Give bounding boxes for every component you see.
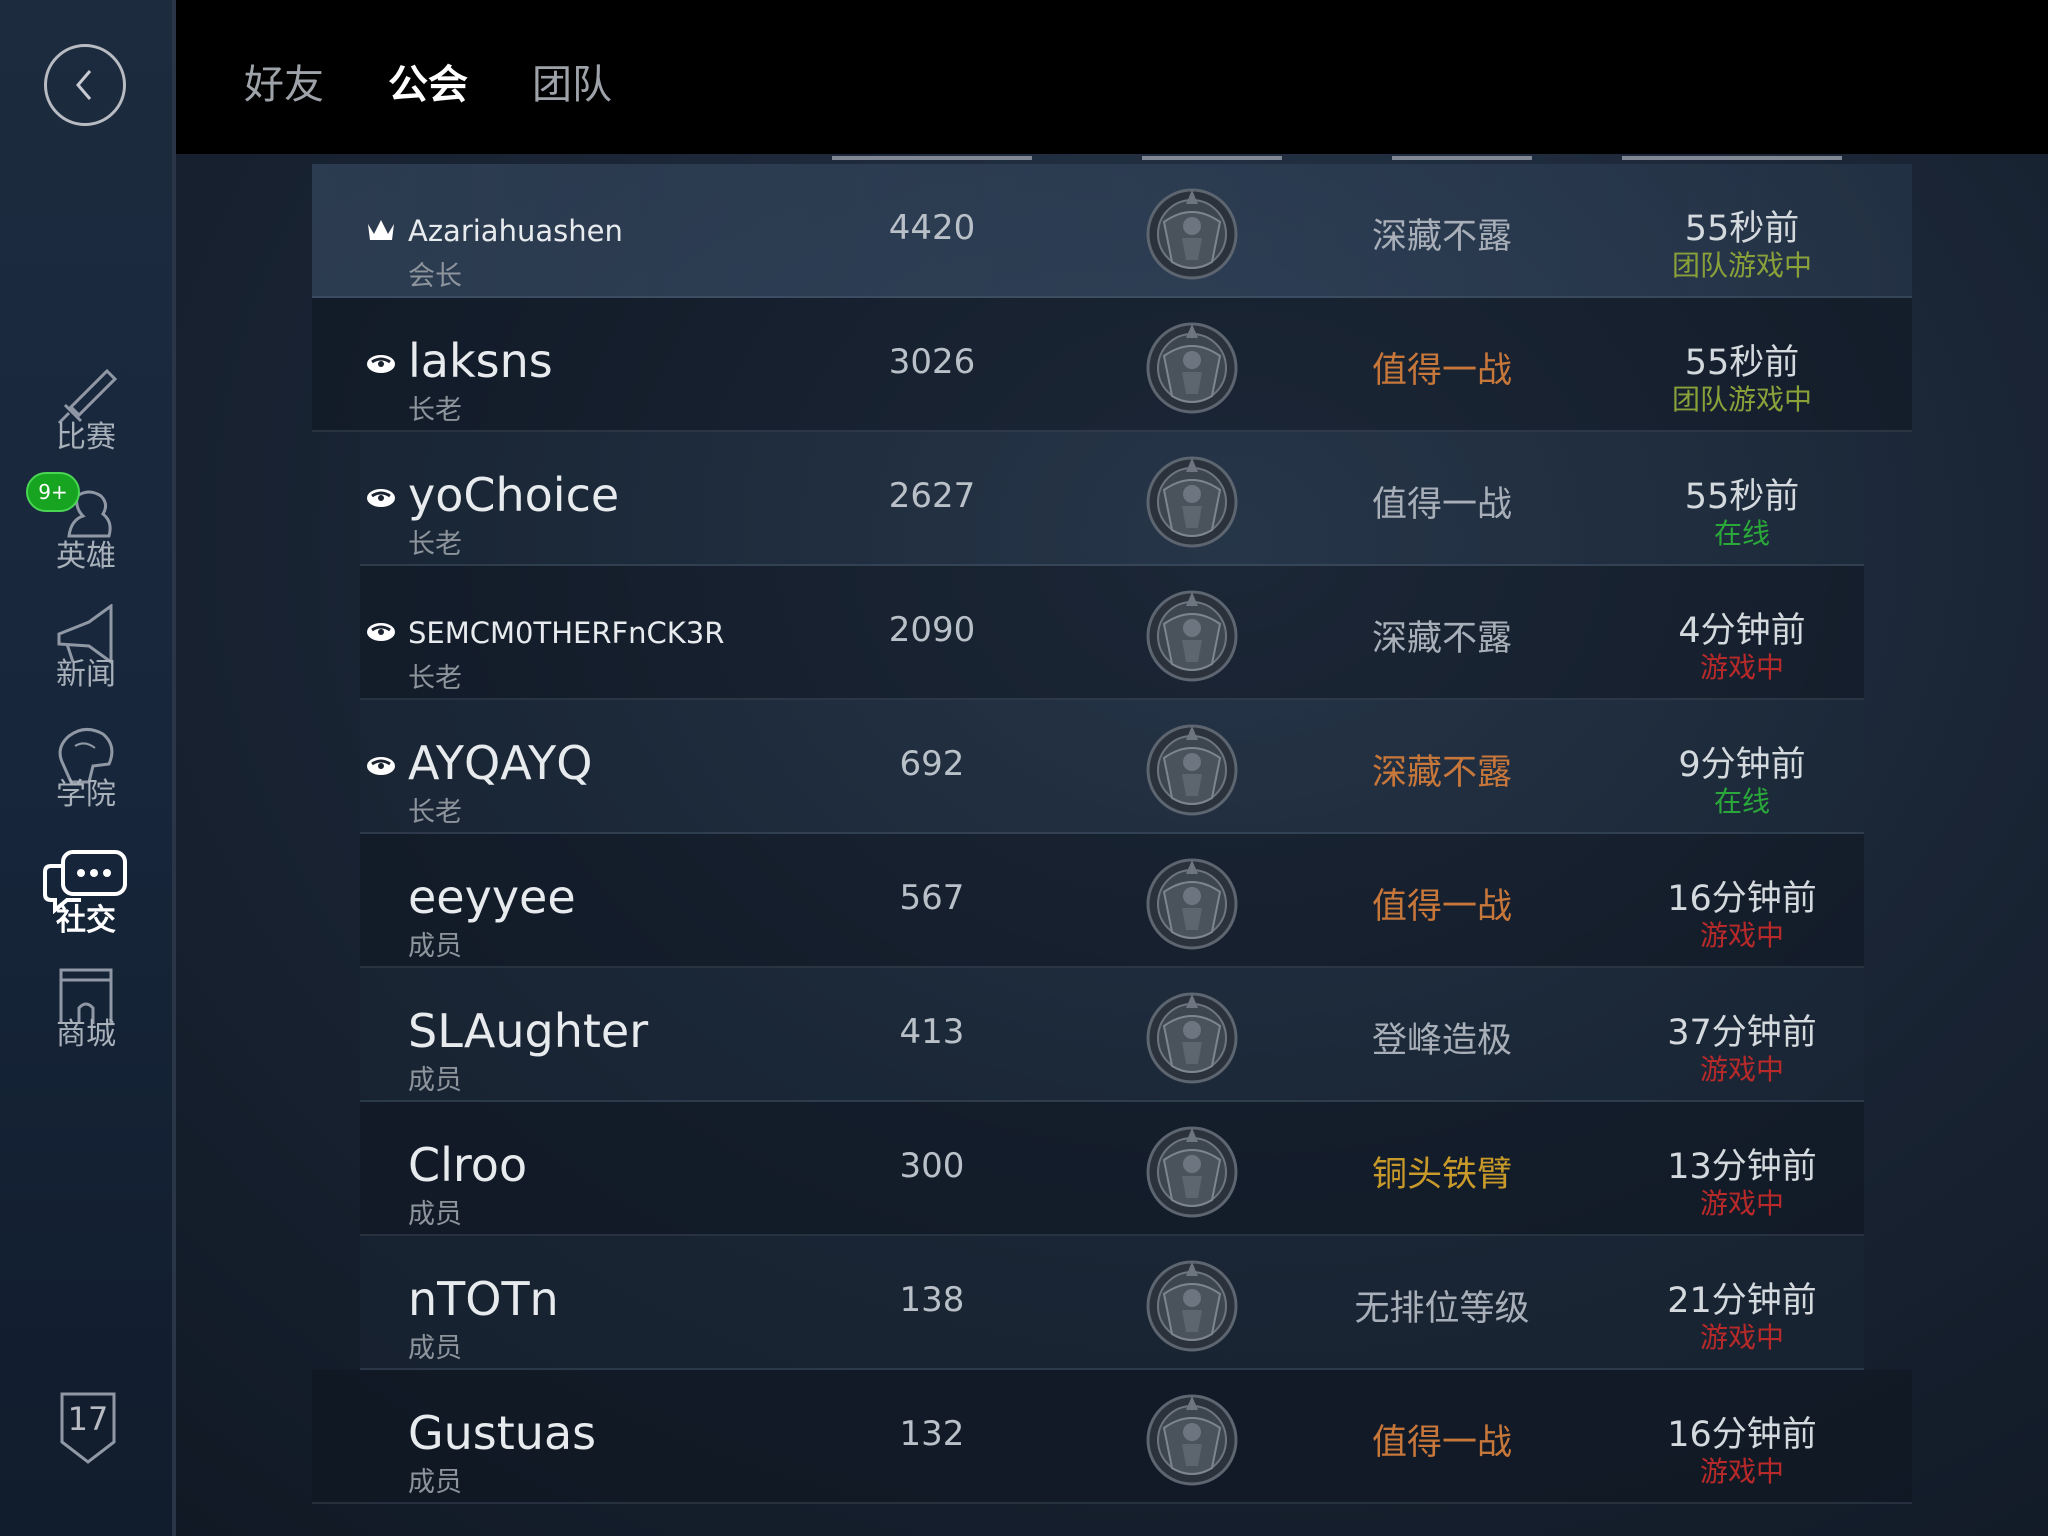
member-tier: 值得一战 xyxy=(1371,887,1512,927)
member-name[interactable]: nTOTn xyxy=(408,1272,559,1326)
nav-item-heroes[interactable]: 英雄 9+ xyxy=(0,464,172,574)
member-status: 游戏中 xyxy=(1699,1053,1784,1086)
rank-emblem-icon xyxy=(1142,986,1242,1086)
tab-friends[interactable]: 好友 xyxy=(244,52,324,110)
member-name[interactable]: eeyyee xyxy=(408,870,576,924)
member-rank: 成员 xyxy=(408,931,462,962)
member-name[interactable]: laksns xyxy=(408,334,553,388)
member-tier: 无排位等级 xyxy=(1354,1289,1530,1329)
top-tab-bar: 好友 公会 团队 xyxy=(176,0,2048,154)
member-status: 游戏中 xyxy=(1699,1187,1784,1220)
member-score: 692 xyxy=(899,744,965,784)
member-name[interactable]: AYQAYQ xyxy=(408,736,592,790)
elder-icon xyxy=(366,618,396,644)
member-score: 138 xyxy=(899,1280,965,1320)
member-tier: 深藏不露 xyxy=(1371,753,1512,793)
member-row[interactable]: yoChoice 长老 2627 值得一战 55秒前 在线 xyxy=(360,432,1864,566)
rank-emblem-icon xyxy=(1142,1120,1242,1220)
nav-item-store[interactable]: 商城 xyxy=(0,942,172,1052)
member-row[interactable]: nTOTn 成员 138 无排位等级 21分钟前 游戏中 xyxy=(360,1236,1864,1370)
member-score: 300 xyxy=(899,1146,965,1186)
player-level: 17 xyxy=(67,1400,109,1438)
member-rank: 成员 xyxy=(408,1065,462,1096)
member-score: 2090 xyxy=(888,610,976,650)
member-status: 在线 xyxy=(1713,517,1770,550)
member-status: 在线 xyxy=(1713,785,1770,818)
elder-icon xyxy=(366,350,396,376)
nav-item-label: 新闻 xyxy=(56,657,116,692)
member-rank: 长老 xyxy=(408,395,462,426)
member-row[interactable]: Clroo 成员 300 铜头铁臂 13分钟前 游戏中 xyxy=(360,1102,1864,1236)
member-status: 团队游戏中 xyxy=(1671,249,1812,282)
back-button[interactable] xyxy=(44,44,126,126)
notification-badge: 9+ xyxy=(26,472,80,512)
rank-emblem-icon xyxy=(1142,450,1242,550)
member-score: 4420 xyxy=(888,208,976,248)
member-rank: 成员 xyxy=(408,1467,462,1498)
member-score: 413 xyxy=(899,1012,965,1052)
player-level-badge[interactable]: 17 xyxy=(58,1390,118,1466)
nav-item-label: 学院 xyxy=(56,777,116,812)
member-tier: 值得一战 xyxy=(1371,485,1512,525)
rank-emblem-icon xyxy=(1142,316,1242,416)
member-status: 团队游戏中 xyxy=(1671,383,1812,416)
guild-member-table: Azariahuashen 会长 4420 深藏不露 55秒前 团队游戏中 laksns 长老… xyxy=(312,154,1912,1536)
member-name[interactable]: SEMCM0THERFnCK3R xyxy=(408,616,724,650)
member-tier: 值得一战 xyxy=(1371,1423,1512,1463)
member-score: 132 xyxy=(899,1414,965,1454)
member-rank: 成员 xyxy=(408,1333,462,1364)
rank-emblem-icon xyxy=(1142,584,1242,684)
member-row[interactable]: laksns 长老 3026 值得一战 55秒前 团队游戏中 xyxy=(312,298,1912,432)
member-rank: 长老 xyxy=(408,663,462,694)
nav-item-label: 社交 xyxy=(56,903,116,938)
tab-team[interactable]: 团队 xyxy=(532,52,612,110)
crown-icon xyxy=(366,216,396,242)
member-status: 游戏中 xyxy=(1699,1455,1784,1488)
rank-emblem-icon xyxy=(1142,718,1242,818)
rank-emblem-icon xyxy=(1142,852,1242,952)
member-score: 2627 xyxy=(888,476,976,516)
nav-item-label: 英雄 xyxy=(56,539,116,574)
member-rank: 会长 xyxy=(408,261,462,292)
member-tier: 深藏不露 xyxy=(1371,217,1512,257)
member-tier: 铜头铁臂 xyxy=(1371,1155,1512,1195)
left-nav: 比赛 英雄 9+ 新闻 学院 社交 商城 17 xyxy=(0,0,176,1536)
member-name[interactable]: SLAughter xyxy=(408,1004,648,1058)
nav-item-label: 商城 xyxy=(56,1017,116,1052)
member-status: 游戏中 xyxy=(1699,651,1784,684)
elder-icon xyxy=(366,752,396,778)
member-score: 3026 xyxy=(888,342,976,382)
member-tier: 深藏不露 xyxy=(1371,619,1512,659)
member-rank: 成员 xyxy=(408,1199,462,1230)
rank-emblem-icon xyxy=(1142,1254,1242,1354)
member-row[interactable]: AYQAYQ 长老 692 深藏不露 9分钟前 在线 xyxy=(360,700,1864,834)
member-name[interactable]: Azariahuashen xyxy=(408,214,623,248)
member-score: 567 xyxy=(899,878,965,918)
member-rank: 长老 xyxy=(408,797,462,828)
member-row[interactable]: eeyyee 成员 567 值得一战 16分钟前 游戏中 xyxy=(360,834,1864,968)
nav-item-social[interactable]: 社交 xyxy=(0,828,172,938)
member-row[interactable]: Gustuas 成员 132 值得一战 16分钟前 游戏中 xyxy=(312,1370,1912,1504)
table-header-cut-off xyxy=(312,154,1912,164)
member-name[interactable]: Clroo xyxy=(408,1138,527,1192)
member-row[interactable]: Azariahuashen 会长 4420 深藏不露 55秒前 团队游戏中 xyxy=(312,164,1912,298)
nav-item-news[interactable]: 新闻 xyxy=(0,582,172,692)
member-status: 游戏中 xyxy=(1699,1321,1784,1354)
rank-emblem-icon xyxy=(1142,182,1242,282)
nav-item-label: 比赛 xyxy=(56,420,116,455)
rank-emblem-icon xyxy=(1142,1388,1242,1488)
member-row[interactable]: SEMCM0THERFnCK3R 长老 2090 深藏不露 4分钟前 游戏中 xyxy=(360,566,1864,700)
member-status: 游戏中 xyxy=(1699,919,1784,952)
nav-item-match[interactable]: 比赛 xyxy=(0,345,172,455)
tab-guild[interactable]: 公会 xyxy=(388,52,468,110)
chevron-left-icon xyxy=(76,70,92,100)
member-tier: 登峰造极 xyxy=(1371,1021,1512,1061)
nav-item-academy[interactable]: 学院 xyxy=(0,702,172,812)
member-row[interactable]: SLAughter 成员 413 登峰造极 37分钟前 游戏中 xyxy=(360,968,1864,1102)
elder-icon xyxy=(366,484,396,510)
member-rank: 长老 xyxy=(408,529,462,560)
member-tier: 值得一战 xyxy=(1371,351,1512,391)
member-name[interactable]: yoChoice xyxy=(408,468,619,522)
member-name[interactable]: Gustuas xyxy=(408,1406,596,1460)
